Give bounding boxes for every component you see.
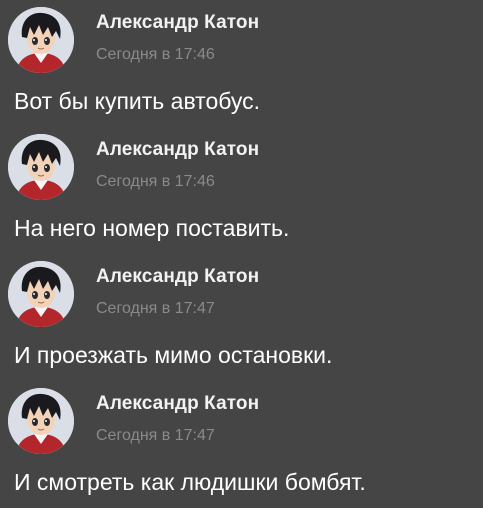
author-name[interactable]: Александр Катон [96,12,259,34]
message-item: Александр Катон Сегодня в 17:47 И проезж… [0,254,483,381]
anime-character-avatar-icon[interactable] [8,261,74,327]
message-item: Александр Катон Сегодня в 17:46 Вот бы к… [0,0,483,127]
author-name[interactable]: Александр Катон [96,139,259,161]
author-name[interactable]: Александр Катон [96,393,259,415]
message-feed: Александр Катон Сегодня в 17:46 Вот бы к… [0,0,483,506]
message-text: На него номер поставить. [14,215,290,241]
message-text: Вот бы купить автобус. [14,88,261,114]
message-timestamp: Сегодня в 17:47 [96,300,215,317]
message-item: Александр Катон Сегодня в 17:46 На него … [0,127,483,254]
message-timestamp: Сегодня в 17:47 [96,427,215,444]
message-text: И проезжать мимо остановки. [14,342,333,368]
message-timestamp: Сегодня в 17:46 [96,46,215,63]
anime-character-avatar-icon[interactable] [8,388,74,454]
anime-character-avatar-icon[interactable] [8,7,74,73]
message-item: Александр Катон Сегодня в 17:47 И смотре… [0,381,483,508]
anime-character-avatar-icon[interactable] [8,134,74,200]
message-timestamp: Сегодня в 17:46 [96,173,215,190]
message-text: И смотреть как людишки бомбят. [14,469,366,495]
author-name[interactable]: Александр Катон [96,266,259,288]
